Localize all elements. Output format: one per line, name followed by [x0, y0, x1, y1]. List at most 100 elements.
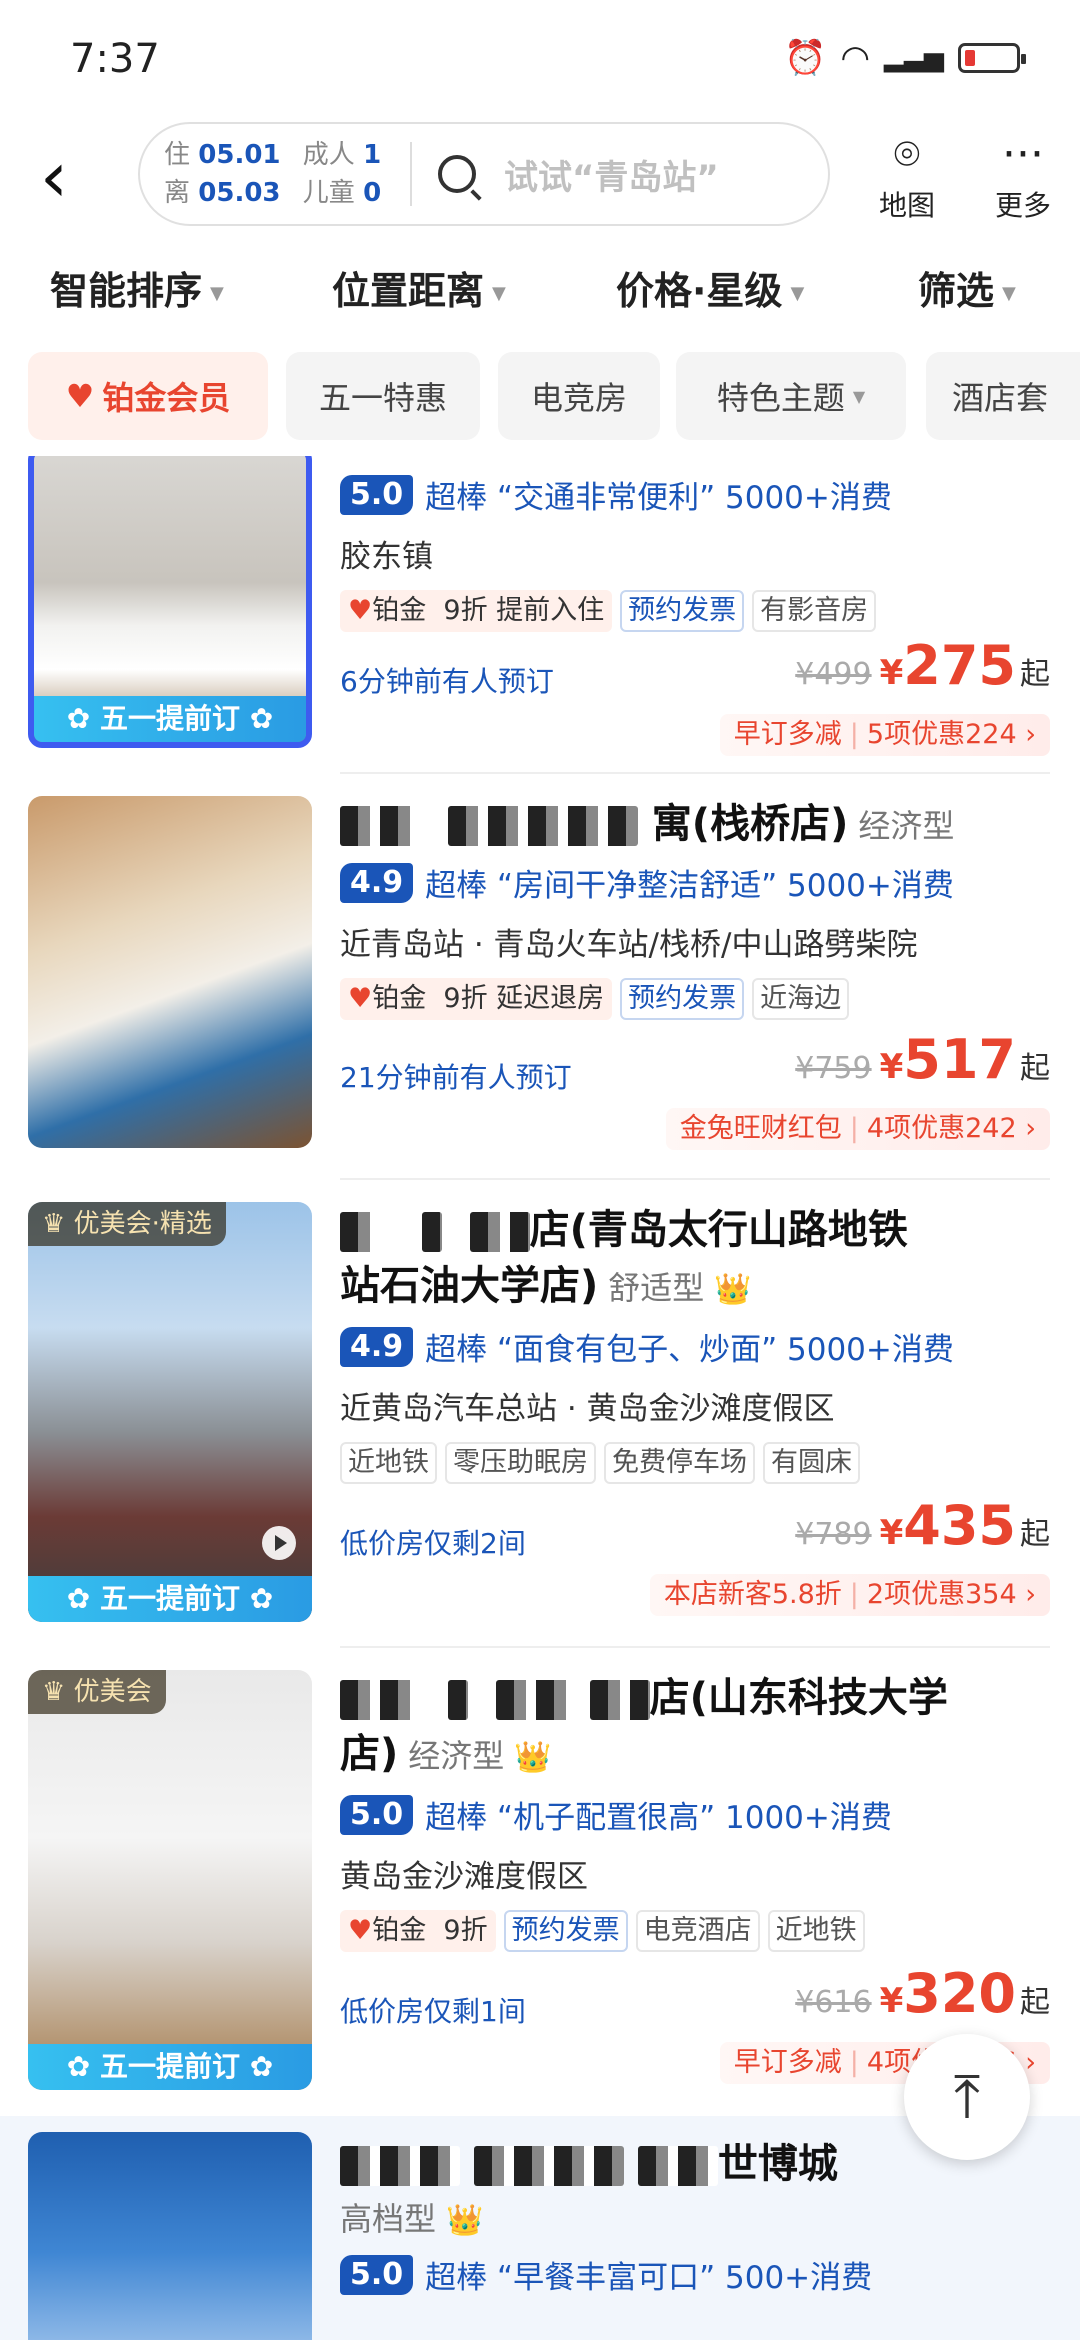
- sort-smart[interactable]: 智能排序 ▼: [50, 260, 224, 315]
- chip-platinum[interactable]: ♥ 铂金会员: [28, 352, 268, 440]
- chip-package[interactable]: 酒店套: [926, 352, 1080, 440]
- redacted-text: [495, 1680, 576, 1720]
- sort-distance[interactable]: 位置距离 ▼: [332, 260, 506, 315]
- crown-icon: 👑: [714, 1272, 752, 1307]
- rating-praise: 超棒: [425, 1332, 488, 1368]
- platinum-label: 铂金: [372, 595, 427, 626]
- chip-esports[interactable]: 电竞房: [498, 352, 660, 440]
- rating-score: 5.0: [340, 474, 414, 515]
- redacted-text: [637, 2146, 718, 2186]
- rating-quote: “机子配置很高”: [497, 1800, 716, 1836]
- checkin-label: 住: [164, 140, 191, 170]
- original-price: ¥759: [795, 1051, 872, 1086]
- status-icons: ⏰ ◠ ▂▃▅: [783, 38, 1026, 78]
- hotel-name-line2: 站石油大学店): [340, 1263, 599, 1309]
- promo-detail: 5项优惠224 ›: [866, 719, 1036, 750]
- hotel-name-line1: 店(青岛太行山路地铁: [529, 1207, 908, 1253]
- hotel-photo[interactable]: ♛ 优美会·精选 ✿ 五一提前订 ✿: [28, 1202, 312, 1622]
- tag-feature: 近海边: [752, 978, 850, 1020]
- hotel-card[interactable]: ♛ 优美会 ✿ 五一提前订 ✿ 店(山东科技大学 店) 经济型 👑 5.0 超棒 “…: [0, 1670, 1080, 2110]
- children-count: 0: [363, 178, 382, 208]
- play-video-icon[interactable]: [262, 1526, 296, 1560]
- platinum-label: 铂金: [372, 983, 427, 1014]
- member-badge-label: 优美会·精选: [73, 1209, 212, 1239]
- hotel-photo[interactable]: [28, 2132, 312, 2340]
- search-placeholder[interactable]: 试试“青岛站”: [504, 150, 719, 199]
- alarm-icon: ⏰: [783, 38, 827, 78]
- chip-theme[interactable]: 特色主题 ▼: [676, 352, 906, 440]
- more-button[interactable]: ··· 更多: [978, 126, 1068, 224]
- hotel-card[interactable]: ♛ 优美会·精选 ✿ 五一提前订 ✿ 店(青岛太行山路地铁 站石油大学店) 舒适型…: [0, 1202, 1080, 1642]
- rating-row: 4.9 超棒 “面食有包子、炒面” 5000+消费: [340, 1324, 1050, 1369]
- hotel-photo[interactable]: ♛ 优美会 ✿ 五一提前订 ✿: [28, 1670, 312, 2090]
- hotel-grade-row: 高档型 👑: [340, 2192, 1050, 2246]
- wifi-icon: ◠: [840, 38, 870, 78]
- currency: ¥: [879, 1981, 904, 2021]
- booking-note: 低价房仅剩1间: [340, 1995, 526, 2028]
- booking-note: 低价房仅剩2间: [340, 1527, 526, 1560]
- hotel-photo[interactable]: [28, 796, 312, 1148]
- status-bar: 7:37 ⏰ ◠ ▂▃▅: [0, 0, 1080, 120]
- platinum-tag: ♥铂金 9折: [340, 1910, 496, 1952]
- price: ¥789 ¥435 起: [795, 1494, 1050, 1557]
- heart-icon: ♥: [348, 595, 373, 626]
- rating-row: 5.0 超棒 “机子配置很高” 1000+消费: [340, 1792, 1050, 1837]
- caret-down-icon: ▼: [492, 283, 506, 304]
- redacted-text: [447, 806, 638, 846]
- promo-divider: |: [849, 1579, 859, 1610]
- price-suffix: 起: [1020, 1517, 1050, 1552]
- rating-praise: 超棒: [425, 868, 488, 904]
- redacted-text: [589, 1680, 650, 1720]
- sort-filter[interactable]: 筛选 ▼: [918, 260, 1016, 315]
- chip-mayday[interactable]: 五一特惠: [286, 352, 480, 440]
- hotel-card[interactable]: ✿ 五一提前订 ✿ 5.0 超棒 “交通非常便利” 5000+消费 胶东镇 ♥铂…: [0, 456, 1080, 756]
- date-guest-selector[interactable]: 住 05.01 成人 1 离 05.03 儿童 0: [140, 136, 410, 212]
- member-badge: ♛ 优美会: [28, 1670, 166, 1714]
- platinum-tag: ♥铂金 9折 提前入住: [340, 590, 613, 632]
- sort-price-label: 价格·星级: [616, 269, 783, 313]
- hotel-card[interactable]: 世博城 高档型 👑 5.0 超棒 “早餐丰富可口” 500+消费: [0, 2116, 1080, 2340]
- rating-row: 4.9 超棒 “房间干净整洁舒适” 5000+消费: [340, 860, 1050, 905]
- currency: ¥: [879, 1513, 904, 1553]
- review-count: 500+消费: [725, 2260, 873, 2296]
- price-suffix: 起: [1020, 1985, 1050, 2020]
- hotel-name-text: 寓(栈桥店): [651, 801, 849, 847]
- search-icon: [438, 155, 476, 193]
- caret-down-icon: ▼: [790, 283, 805, 304]
- hotel-info: 5.0 超棒 “交通非常便利” 5000+消费 胶东镇 ♥铂金 9折 提前入住 …: [340, 466, 1050, 756]
- tag-invoice: 预约发票: [620, 978, 745, 1020]
- hotel-name: 寓(栈桥店) 经济型: [340, 796, 1050, 854]
- checkout-label: 离: [164, 178, 191, 208]
- promo-badge[interactable]: 早订多减 | 5项优惠224 ›: [719, 714, 1050, 756]
- heart-icon: ♥: [348, 1915, 373, 1946]
- redacted-text: [340, 1680, 420, 1720]
- hotel-photo[interactable]: ✿ 五一提前订 ✿: [28, 456, 312, 748]
- perk-discount: 9折: [443, 1915, 488, 1946]
- redacted-text: [340, 1212, 380, 1252]
- mayday-ribbon: ✿ 五一提前订 ✿: [34, 696, 306, 742]
- sort-price-star[interactable]: 价格·星级 ▼: [616, 260, 804, 315]
- more-dots-icon: ···: [1002, 129, 1044, 180]
- hotel-name-text: 世博城: [717, 2141, 838, 2187]
- crown-icon: 👑: [514, 1740, 552, 1775]
- promo-badge[interactable]: 金兔旺财红包 | 4项优惠242 ›: [665, 1108, 1050, 1150]
- promo-main: 本店新客5.8折: [663, 1579, 842, 1610]
- hotel-info: 寓(栈桥店) 经济型 4.9 超棒 “房间干净整洁舒适” 5000+消费 近青岛站…: [340, 796, 1050, 1150]
- hotel-card[interactable]: 寓(栈桥店) 经济型 4.9 超棒 “房间干净整洁舒适” 5000+消费 近青岛站…: [0, 796, 1080, 1256]
- booking-note: 6分钟前有人预订: [340, 665, 554, 698]
- back-icon[interactable]: ‹: [40, 142, 100, 212]
- promo-badge[interactable]: 本店新客5.8折 | 2项优惠354 ›: [649, 1574, 1050, 1616]
- search-bar[interactable]: 住 05.01 成人 1 离 05.03 儿童 0 试试“青岛站”: [138, 122, 830, 226]
- rating-praise: 超棒: [425, 480, 488, 516]
- platinum-tag: ♥铂金 9折 延迟退房: [340, 978, 613, 1020]
- price: ¥499 ¥275 起: [795, 634, 1050, 697]
- back-to-top-button[interactable]: ⤒: [904, 2034, 1030, 2160]
- hotel-location: 胶东镇: [340, 539, 433, 575]
- hotel-location: 近青岛站 · 青岛火车站/栈桥/中山路劈柴院: [340, 927, 918, 963]
- price: ¥616 ¥320 起: [795, 1962, 1050, 2025]
- redacted-text: [447, 1680, 468, 1720]
- map-button[interactable]: ⌾ 地图: [862, 126, 952, 224]
- price-suffix: 起: [1020, 657, 1050, 692]
- hotel-info: 店(山东科技大学 店) 经济型 👑 5.0 超棒 “机子配置很高” 1000+消费 …: [340, 1670, 1050, 2084]
- hotel-name-line1: 店(山东科技大学: [649, 1675, 948, 1721]
